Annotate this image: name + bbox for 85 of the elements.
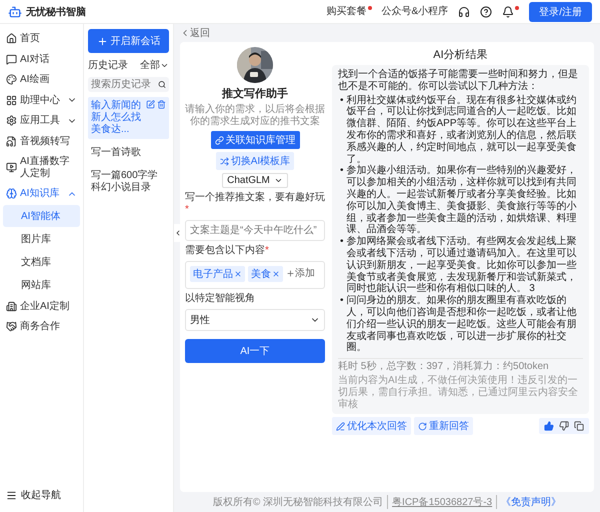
input-field[interactable]: 文案主题是“今天中午吃什么”: [185, 220, 325, 241]
submit-button[interactable]: AI一下: [185, 339, 325, 363]
chevron-down-icon: [274, 176, 283, 185]
monitor-play-icon: [6, 162, 17, 173]
field-label: 以特定智能视角: [185, 293, 256, 305]
field-label: 写一个推荐推文案，要有趣好玩 *: [185, 192, 325, 216]
result-action-button[interactable]: 重新回答: [414, 417, 473, 436]
collapse-handle[interactable]: [174, 224, 182, 242]
brand-name: 无忧秘书智脑: [26, 5, 86, 18]
login-button[interactable]: 登录/注册: [529, 2, 592, 22]
audio-file-icon: [6, 136, 17, 147]
sidebar-item[interactable]: 音视频转写: [3, 132, 80, 151]
bell-icon[interactable]: [502, 6, 514, 18]
sidebar-subitem[interactable]: 图片库: [3, 228, 80, 250]
assistant-title: 推文写作助手: [222, 86, 288, 101]
disclaimer-link[interactable]: 《免责声明》: [496, 495, 566, 509]
top-link[interactable]: 公众号&小程序: [382, 6, 448, 18]
robot-logo-icon: [8, 4, 22, 18]
tag[interactable]: 电子产品: [190, 266, 245, 282]
shuffle-icon: [220, 156, 229, 166]
history-item[interactable]: 写一首诗歌: [88, 144, 169, 162]
sidebar-item[interactable]: 助理中心: [3, 90, 80, 110]
sidebar-subitem[interactable]: AI智能体: [3, 204, 80, 226]
sidebar-item[interactable]: AI对话: [3, 50, 80, 69]
sidebar-item[interactable]: 首页: [3, 29, 80, 48]
sidebar-subitem[interactable]: 文档库: [3, 250, 80, 272]
sidebar-item[interactable]: 商务合作: [3, 317, 80, 336]
pen-icon: [336, 422, 345, 431]
back-link[interactable]: 返回: [180, 26, 210, 40]
brain-icon: [6, 188, 17, 200]
sidebar-item[interactable]: 企业AI定制: [3, 296, 80, 316]
sidebar-item[interactable]: AI直播数字人定制: [3, 152, 80, 183]
search-field[interactable]: 搜索历史记录: [88, 77, 169, 92]
history-item[interactable]: 写一篇600字学科幻小说目录: [88, 167, 169, 197]
disclaimer-text: 当前内容为AI生成，不做任何决策使用！违反引发的一切后果，需自行承担。请知悉，已通过阿里云内容安全审核: [338, 374, 579, 410]
result-bullet: • 问问身边的朋友。如果你的朋友圈里有喜欢吃饭的人，可以向他们咨询是否想和你一起吃饭，或者让他们介绍一些认识的朋友一起吃饭。这些人可能会有朋友或者同事也喜欢吃饭，可以进一步扩展你的社交圈。: [339, 295, 578, 354]
sidebar-subitem[interactable]: 网站库: [3, 274, 80, 296]
chat-icon: [6, 54, 17, 65]
model-dropdown[interactable]: ChatGLM: [222, 173, 288, 188]
copyright-text: 版权所有© 深圳无秘智能科技有限公司: [212, 496, 384, 509]
result-bullet: • 利用社交媒体或约饭平台。现在有很多社交媒体或约饭平台，可以让你找到志同道合的人一起吃饭。比如微信群、陌陌、约饭APP等等。你可以在这些平台上发布你的需求和喜好，或者浏览别人的信息，然后联系感兴趣的人，约定时间地点，就可以一起享受美食了。: [339, 94, 578, 165]
result-intro: 找到一个合适的饭搭子可能需要一些时间和努力，但是也不是不可能的。你可以尝试以下几种方法：: [338, 69, 579, 93]
sidebar-item[interactable]: AI知识库: [3, 184, 80, 204]
history-heading: 历史记录: [88, 58, 128, 72]
filter-dropdown[interactable]: 全部: [140, 58, 169, 72]
thumbs-up-icon[interactable]: [544, 421, 554, 432]
result-bullet: • 参加网络聚会或者线下活动。有些网友会发起线上聚会或者线下活动，可以通过邀请码加入。在这里可以认识到新朋友，一起享受美食。比如你可以参加一些美食节或者美食展览，去发现新餐厅和尝试新菜式，同时也能认识一些和你有相似口味的人。 3: [339, 236, 578, 294]
assistant-action-button[interactable]: 切换AI模板库: [216, 152, 294, 170]
palette-icon: [6, 74, 17, 86]
remove-icon[interactable]: [272, 270, 280, 278]
menu-icon: [6, 490, 17, 500]
thumbs-down-icon[interactable]: [559, 421, 569, 432]
delete-icon[interactable]: [157, 100, 166, 109]
refresh-icon: [418, 422, 427, 431]
link-icon: [214, 136, 224, 144]
edit-icon[interactable]: [146, 100, 155, 109]
grid-icon: [6, 94, 17, 106]
add-tag-link[interactable]: 添加: [286, 266, 315, 280]
plus-icon: [286, 268, 295, 278]
sidebar-item[interactable]: 应用工具: [3, 111, 80, 130]
result-bullet: • 参加兴趣小组活动。如果你有一些特别的兴趣爱好，可以参加相关的小组活动，这样你就可以找到有共同兴趣的人。一起尝试新餐厅或者分享美食经验。比如你可以加入美食博主、美食摄影、美食旅行等等的小组，或者参加一些美食主题的活动，如烘焙课、料理课、品酒会等等。: [339, 165, 578, 236]
tag-input-field[interactable]: 电子产品 美食 添加: [185, 261, 325, 289]
gear-icon: [6, 115, 17, 126]
home-icon: [6, 33, 17, 44]
headset-icon[interactable]: [458, 6, 470, 18]
plus-icon: [96, 36, 108, 46]
collapse-nav-button[interactable]: 收起导航: [3, 483, 80, 507]
copy-icon[interactable]: [574, 421, 584, 432]
result-heading: AI分析结果: [432, 48, 489, 62]
assistant-subtitle: 请输入你的需求，以后将会根据你的需求生成对应的推书文案: [185, 104, 325, 128]
select-field[interactable]: 男性: [185, 309, 325, 331]
new-chat-button[interactable]: 开启新会话: [88, 29, 169, 53]
remove-icon[interactable]: [234, 270, 242, 278]
search-icon: [158, 80, 166, 89]
tag[interactable]: 美食: [248, 266, 283, 282]
assistant-action-button[interactable]: 关联知识库管理: [210, 131, 300, 149]
top-link[interactable]: 购买套餐: [326, 6, 367, 18]
field-label: 需要包含以下内容*: [185, 245, 270, 257]
result-action-button[interactable]: 优化本次回答: [332, 417, 411, 436]
history-item[interactable]: 输入新闻的新人怎么找美食达...: [88, 97, 169, 139]
handshake-icon: [6, 321, 17, 332]
help-icon[interactable]: [480, 6, 492, 18]
result-meta: 耗时 5秒，总字数：397，消耗算力：约50token: [338, 358, 583, 373]
building-icon: [6, 300, 17, 312]
sidebar-item[interactable]: AI绘画: [3, 70, 80, 90]
